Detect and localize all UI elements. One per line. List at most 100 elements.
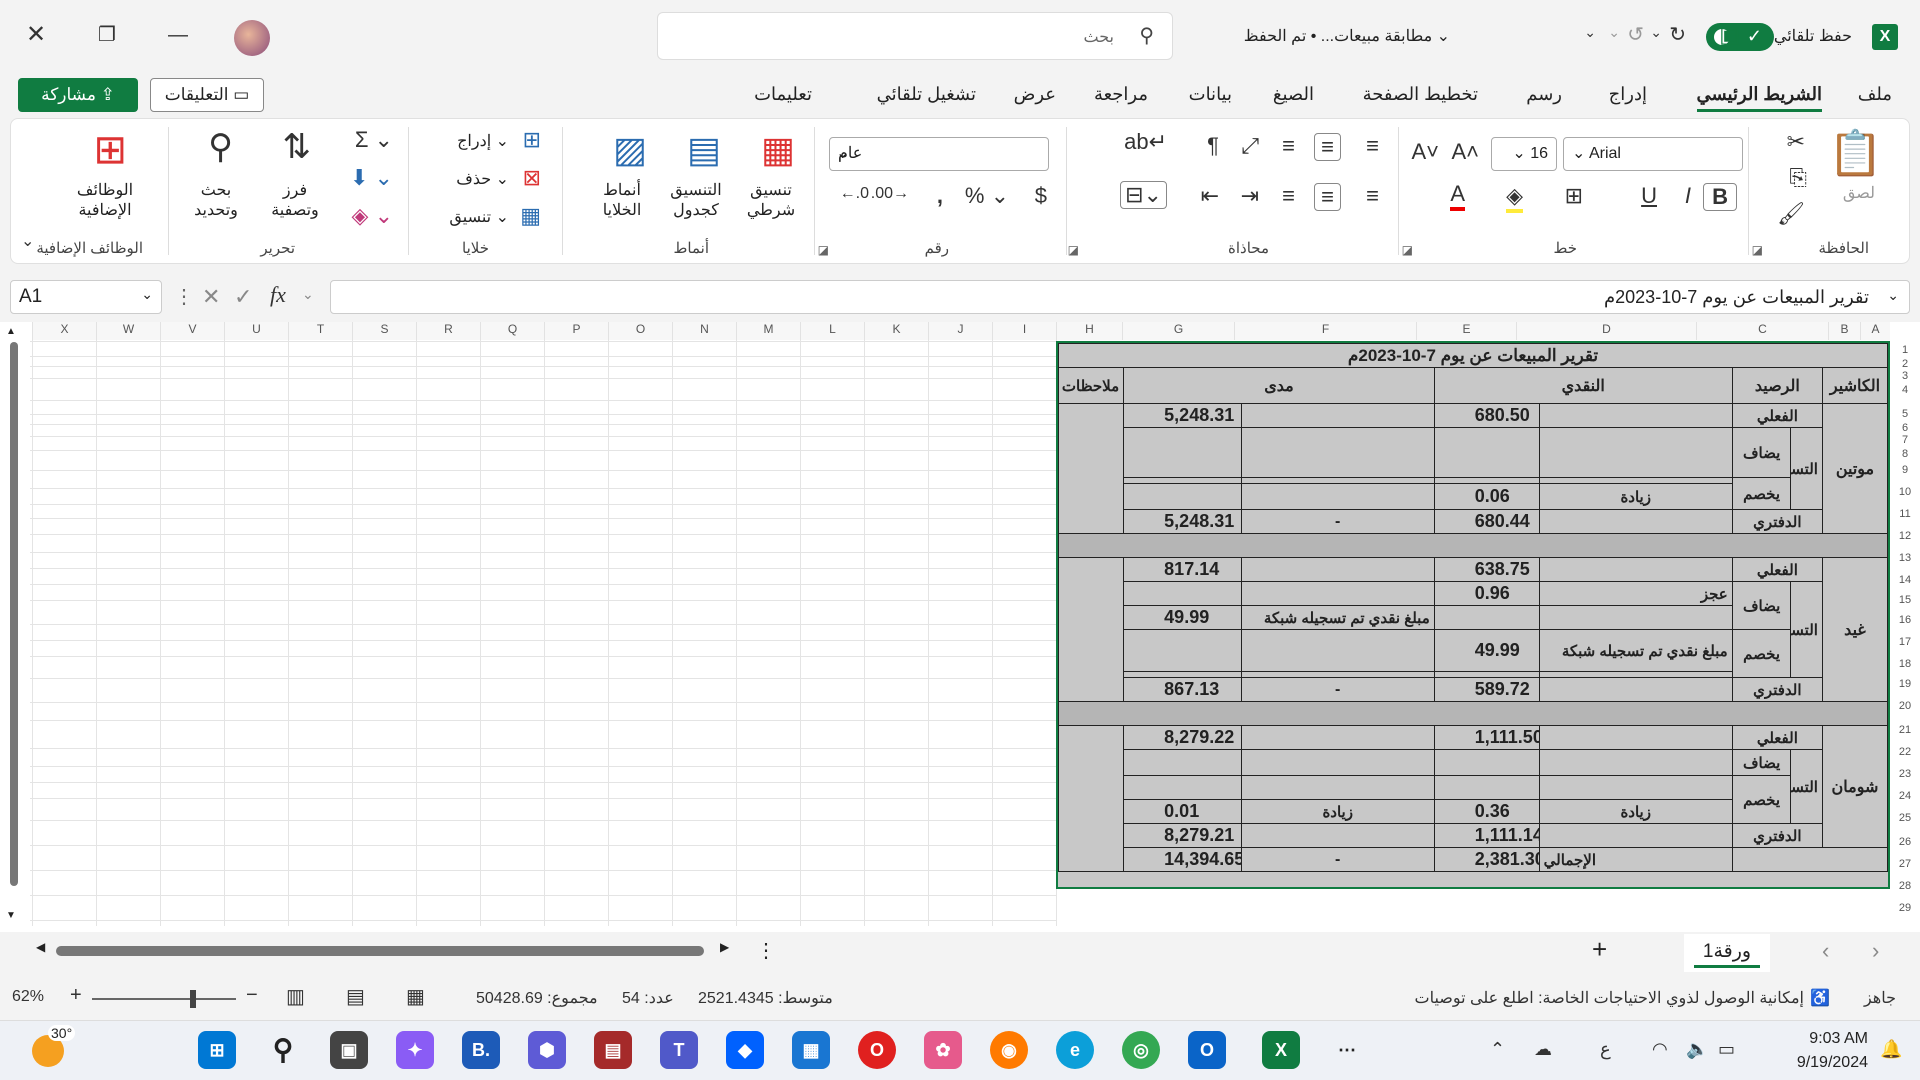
cell-value[interactable]: 0.06 [1433,483,1540,510]
cell-value[interactable]: 1,111.14 [1433,823,1540,848]
more-sheets-icon[interactable]: ⋮ [756,938,776,963]
format-as-table-icon[interactable]: ▤ [687,129,721,171]
cell-value[interactable]: 680.44 [1433,509,1540,534]
normal-view-icon[interactable]: ▦ [406,984,425,1009]
app-hex-icon[interactable]: ⬢ [528,1031,566,1069]
volume-icon[interactable]: 🔈 [1686,1039,1708,1060]
col-header[interactable]: D [1516,322,1696,340]
search-taskbar-icon[interactable]: ⚲ [264,1031,302,1069]
header-notes[interactable]: ملاحظات [1057,367,1125,404]
cell-value[interactable]: 680.50 [1433,403,1540,428]
clipboard-launcher-icon[interactable]: ◪ [1752,243,1763,257]
align-center-icon[interactable]: ≡ [1314,183,1341,211]
accessibility-status[interactable]: إمكانية الوصول لذوي الاحتياجات الخاصة: ا… [1415,988,1804,1008]
zoom-out-icon[interactable]: − [246,984,258,1007]
number-format-field[interactable]: عام ⌄ [829,137,1049,171]
percent-icon[interactable]: % ⌄ [965,183,1009,209]
header-cash[interactable]: النقدي [1433,367,1733,404]
cell-value[interactable]: 0.36 [1433,799,1540,824]
format-painter-icon[interactable]: 🖌 [1777,201,1805,227]
zoom-in-icon[interactable]: + [70,984,82,1007]
edge-icon[interactable]: e [1056,1031,1094,1069]
tab-page-layout[interactable]: تخطيط الصفحة [1363,84,1478,105]
close-icon[interactable]: ✕ [26,20,46,49]
status-sum[interactable]: مجموع: 50428.69 [476,988,598,1008]
number-launcher-icon[interactable]: ◪ [818,243,829,257]
clock[interactable]: 9:03 AM 9/19/2024 [1797,1027,1868,1075]
vertical-scrollbar[interactable] [8,328,18,918]
tab-file[interactable]: ملف [1858,84,1892,105]
decrease-font-icon[interactable]: A˅ [1411,139,1439,165]
row-header[interactable]: 14 [1890,574,1920,586]
cell-value[interactable]: 8,279.21 [1123,823,1242,848]
sort-filter-button[interactable]: فرز وتصفية [263,181,327,221]
total-label[interactable]: الإجمالي [1538,847,1733,872]
tab-review[interactable]: مراجعة [1094,84,1148,105]
chrome-icon[interactable]: ◎ [1122,1031,1160,1069]
share-button[interactable]: مشاركة ⇪ [18,78,138,112]
col-header[interactable]: M [736,322,800,340]
cell-value[interactable]: 0.96 [1433,581,1540,606]
row-header[interactable]: 19 [1890,678,1920,690]
total-cash[interactable]: 2,381.30 [1433,847,1540,872]
zoom-slider-handle[interactable] [190,990,196,1008]
row-label[interactable]: يخصم [1731,477,1792,510]
start-icon[interactable]: ⊞ [198,1031,236,1069]
wrap-text-icon[interactable]: ab↵ [1124,129,1167,155]
delete-cells-button[interactable]: حذف ⌄ [456,169,509,189]
row-header[interactable]: 23 [1890,768,1920,780]
cell-styles-button[interactable]: أنماط الخلايا [593,181,651,221]
b-app-icon[interactable]: B. [462,1031,500,1069]
header-balance[interactable]: الرصيد [1731,367,1823,404]
row-header[interactable]: 22 [1890,746,1920,758]
col-header[interactable]: Q [480,322,544,340]
alignment-launcher-icon[interactable]: ◪ [1068,243,1079,257]
fx-dropdown-icon[interactable]: ⌄ [302,286,314,303]
row-header[interactable]: 17 [1890,636,1920,648]
autosum-icon[interactable]: Σ ⌄ [355,127,393,153]
align-middle-icon[interactable]: ≡ [1314,133,1341,161]
find-select-button[interactable]: بحث وتحديد [183,181,249,221]
align-top-icon[interactable]: ≡ [1366,133,1379,159]
more-apps-icon[interactable]: ⋯ [1328,1031,1366,1069]
row-header[interactable]: 12 [1890,530,1920,542]
add-sheet-icon[interactable]: + [1592,934,1607,965]
cell-value[interactable]: 49.99 [1123,605,1242,630]
tab-insert[interactable]: إدراج [1609,84,1647,105]
merge-center-icon[interactable]: ⊟⌄ [1120,181,1167,209]
cell-label[interactable]: زيادة [1538,483,1733,510]
row-header[interactable]: 2 [1890,358,1920,370]
paste-icon[interactable]: 📋 [1828,127,1883,179]
row-label[interactable]: يضاف [1731,427,1792,478]
col-header[interactable]: I [992,322,1056,340]
cashier-name[interactable]: غيد [1821,557,1889,702]
align-left-icon[interactable]: ≡ [1282,183,1295,209]
fill-icon[interactable]: ⬇ ⌄ [350,165,393,191]
col-header[interactable]: E [1416,322,1516,340]
cell-value[interactable]: 638.75 [1433,557,1540,582]
row-label[interactable]: يضاف [1731,581,1792,630]
row-header[interactable]: 8 [1890,448,1920,460]
tab-formulas[interactable]: الصيغ [1273,84,1314,105]
font-name-field[interactable]: ⌄ Arial [1563,137,1743,171]
currency-icon[interactable]: $ [1035,183,1047,209]
cloud-icon[interactable]: ☁ [1534,1039,1552,1060]
expand-formula-icon[interactable]: ⌄ [1887,287,1899,304]
row-header[interactable]: 20 [1890,700,1920,712]
document-title[interactable]: مطابقة مبيعات... • تم الحفظ ⌄ [1244,26,1450,46]
row-header[interactable]: 26 [1890,836,1920,848]
row-label[interactable]: الدفتري [1731,509,1823,534]
sort-filter-icon[interactable]: ⇅ [283,127,312,167]
cell-value[interactable]: 867.13 [1123,677,1242,702]
prev-sheet-icon[interactable]: ‹ [1822,938,1829,964]
copilot-icon[interactable]: ✦ [396,1031,434,1069]
increase-decimal-icon[interactable]: ←.0 [840,185,869,203]
col-header[interactable]: F [1234,322,1416,340]
align-right-icon[interactable]: ≡ [1366,183,1379,209]
col-header[interactable]: V [160,322,224,340]
page-break-view-icon[interactable]: ▥ [286,984,305,1009]
row-header[interactable]: 9 [1890,464,1920,476]
row-label[interactable]: يخصم [1731,775,1792,824]
insert-cells-icon[interactable]: ⊞ [523,127,541,153]
winrar-icon[interactable]: ▤ [594,1031,632,1069]
